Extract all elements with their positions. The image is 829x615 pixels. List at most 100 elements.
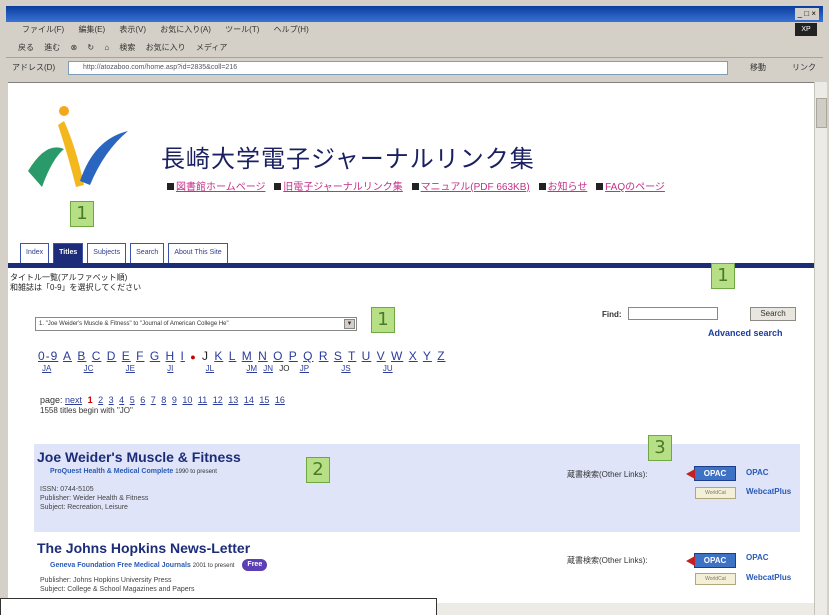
favorites-button[interactable]: お気に入り xyxy=(146,43,186,52)
alpha-b[interactable]: B xyxy=(77,349,86,363)
sub-jl[interactable]: JL xyxy=(206,364,214,373)
alpha-u[interactable]: U xyxy=(362,349,372,363)
alpha-q[interactable]: Q xyxy=(303,349,313,363)
package-link[interactable]: Geneva Foundation Free Medical Journals … xyxy=(50,559,268,571)
link-library-home[interactable]: 図書館ホームページ xyxy=(176,182,266,193)
alpha-h[interactable]: H xyxy=(166,349,176,363)
pager-page[interactable]: 7 xyxy=(151,395,156,405)
pager-page[interactable]: 15 xyxy=(259,395,269,405)
sub-je[interactable]: JE xyxy=(126,364,135,373)
journal-title[interactable]: The Johns Hopkins News-Letter xyxy=(37,540,250,556)
package-link[interactable]: ProQuest Health & Medical Complete 1990 … xyxy=(50,468,217,475)
find-input[interactable] xyxy=(628,307,718,320)
title-range-select[interactable]: 1. "Joe Weider's Muscle & Fitness" to "J… xyxy=(35,317,357,331)
alpha-p[interactable]: P xyxy=(289,349,298,363)
alpha-s[interactable]: S xyxy=(334,349,343,363)
tab-titles[interactable]: Titles xyxy=(53,243,84,263)
menu-view[interactable]: 表示(V) xyxy=(119,25,146,34)
sub-ja[interactable]: JA xyxy=(42,364,51,373)
menu-file[interactable]: ファイル(F) xyxy=(22,25,64,34)
alpha-k[interactable]: K xyxy=(214,349,223,363)
opac-link[interactable]: OPAC xyxy=(746,468,769,477)
alpha-y[interactable]: Y xyxy=(423,349,432,363)
pager-page[interactable]: 2 xyxy=(98,395,103,405)
sub-ji[interactable]: JI xyxy=(167,364,173,373)
tab-search[interactable]: Search xyxy=(130,243,165,263)
alpha-n[interactable]: N xyxy=(258,349,268,363)
webcat-link[interactable]: WebcatPlus xyxy=(746,573,791,582)
vertical-scrollbar[interactable] xyxy=(814,82,827,615)
alpha-t[interactable]: T xyxy=(348,349,356,363)
opac-link[interactable]: OPAC xyxy=(746,553,769,562)
tab-about[interactable]: About This Site xyxy=(168,243,228,263)
alpha-0-9[interactable]: 0-9 xyxy=(38,349,58,363)
opac-badge[interactable]: OPAC xyxy=(686,466,736,481)
refresh-icon[interactable]: ↻ xyxy=(87,43,94,52)
pager-page[interactable]: 13 xyxy=(228,395,238,405)
alpha-f[interactable]: F xyxy=(136,349,144,363)
pager-page[interactable]: 4 xyxy=(119,395,124,405)
chevron-down-icon[interactable]: ▼ xyxy=(344,319,355,329)
link-news[interactable]: お知らせ xyxy=(548,182,588,193)
pager-page[interactable]: 8 xyxy=(161,395,166,405)
menu-favorites[interactable]: お気に入り(A) xyxy=(160,25,211,34)
pager-page[interactable]: 10 xyxy=(182,395,192,405)
menu-edit[interactable]: 編集(E) xyxy=(78,25,105,34)
alpha-o[interactable]: O xyxy=(273,349,283,363)
search-button[interactable]: 検索 xyxy=(119,43,135,52)
webcat-badge[interactable]: WorldCat xyxy=(695,573,736,585)
pager-page[interactable]: 11 xyxy=(198,395,207,405)
alpha-w[interactable]: W xyxy=(391,349,403,363)
menu-help[interactable]: ヘルプ(H) xyxy=(274,25,309,34)
advanced-search-link[interactable]: Advanced search xyxy=(708,328,783,338)
sub-jm[interactable]: JM xyxy=(246,364,257,373)
alpha-r[interactable]: R xyxy=(319,349,329,363)
links-button[interactable]: リンク xyxy=(792,60,816,76)
alpha-c[interactable]: C xyxy=(92,349,102,363)
sub-ju[interactable]: JU xyxy=(383,364,393,373)
pager-page[interactable]: 16 xyxy=(275,395,285,405)
alpha-z[interactable]: Z xyxy=(437,349,445,363)
pager-page[interactable]: 3 xyxy=(109,395,114,405)
link-old-journals[interactable]: 旧電子ジャーナルリンク集 xyxy=(283,182,403,193)
home-icon[interactable]: ⌂ xyxy=(104,43,109,52)
pager-page[interactable]: 6 xyxy=(140,395,145,405)
pager-page[interactable]: 5 xyxy=(130,395,135,405)
alpha-a[interactable]: A xyxy=(63,349,72,363)
alpha-i[interactable]: I xyxy=(181,349,185,363)
sub-jc[interactable]: JC xyxy=(84,364,94,373)
menu-tools[interactable]: ツール(T) xyxy=(225,25,259,34)
alpha-g[interactable]: G xyxy=(150,349,160,363)
back-button[interactable]: 戻る xyxy=(18,43,34,52)
stop-icon[interactable]: ⊗ xyxy=(70,43,77,52)
alpha-d[interactable]: D xyxy=(107,349,117,363)
tab-index[interactable]: Index xyxy=(20,243,50,263)
sub-jp[interactable]: JP xyxy=(300,364,309,373)
link-manual[interactable]: マニュアル(PDF 663KB) xyxy=(421,182,530,193)
media-button[interactable]: メディア xyxy=(196,43,227,52)
pager-page[interactable]: 12 xyxy=(213,395,223,405)
alpha-v[interactable]: V xyxy=(377,349,386,363)
sub-js[interactable]: JS xyxy=(341,364,350,373)
url-field[interactable]: http://atozaboo.com/home.asp?id=2835&col… xyxy=(68,61,728,75)
package-name[interactable]: ProQuest Health & Medical Complete xyxy=(50,468,173,475)
sub-jn[interactable]: JN xyxy=(263,364,273,373)
search-button[interactable]: Search xyxy=(750,307,796,321)
pager-page[interactable]: 9 xyxy=(172,395,177,405)
go-button[interactable]: 移動 xyxy=(750,60,766,76)
pager-page[interactable]: 14 xyxy=(244,395,254,405)
opac-badge[interactable]: OPAC xyxy=(686,553,736,568)
package-name[interactable]: Geneva Foundation Free Medical Journals xyxy=(50,562,191,569)
alpha-m[interactable]: M xyxy=(242,349,253,363)
alpha-l[interactable]: L xyxy=(229,349,237,363)
link-faq[interactable]: FAQのページ xyxy=(605,182,665,193)
webcat-link[interactable]: WebcatPlus xyxy=(746,487,791,496)
tab-subjects[interactable]: Subjects xyxy=(87,243,127,263)
pager-next[interactable]: next xyxy=(65,395,82,405)
alpha-x[interactable]: X xyxy=(409,349,418,363)
journal-title[interactable]: Joe Weider's Muscle & Fitness xyxy=(37,449,241,465)
webcat-badge[interactable]: WorldCat xyxy=(695,487,736,499)
scrollbar-thumb[interactable] xyxy=(816,98,827,128)
window-controls[interactable]: _ □ × xyxy=(794,8,819,20)
alpha-e[interactable]: E xyxy=(122,349,131,363)
